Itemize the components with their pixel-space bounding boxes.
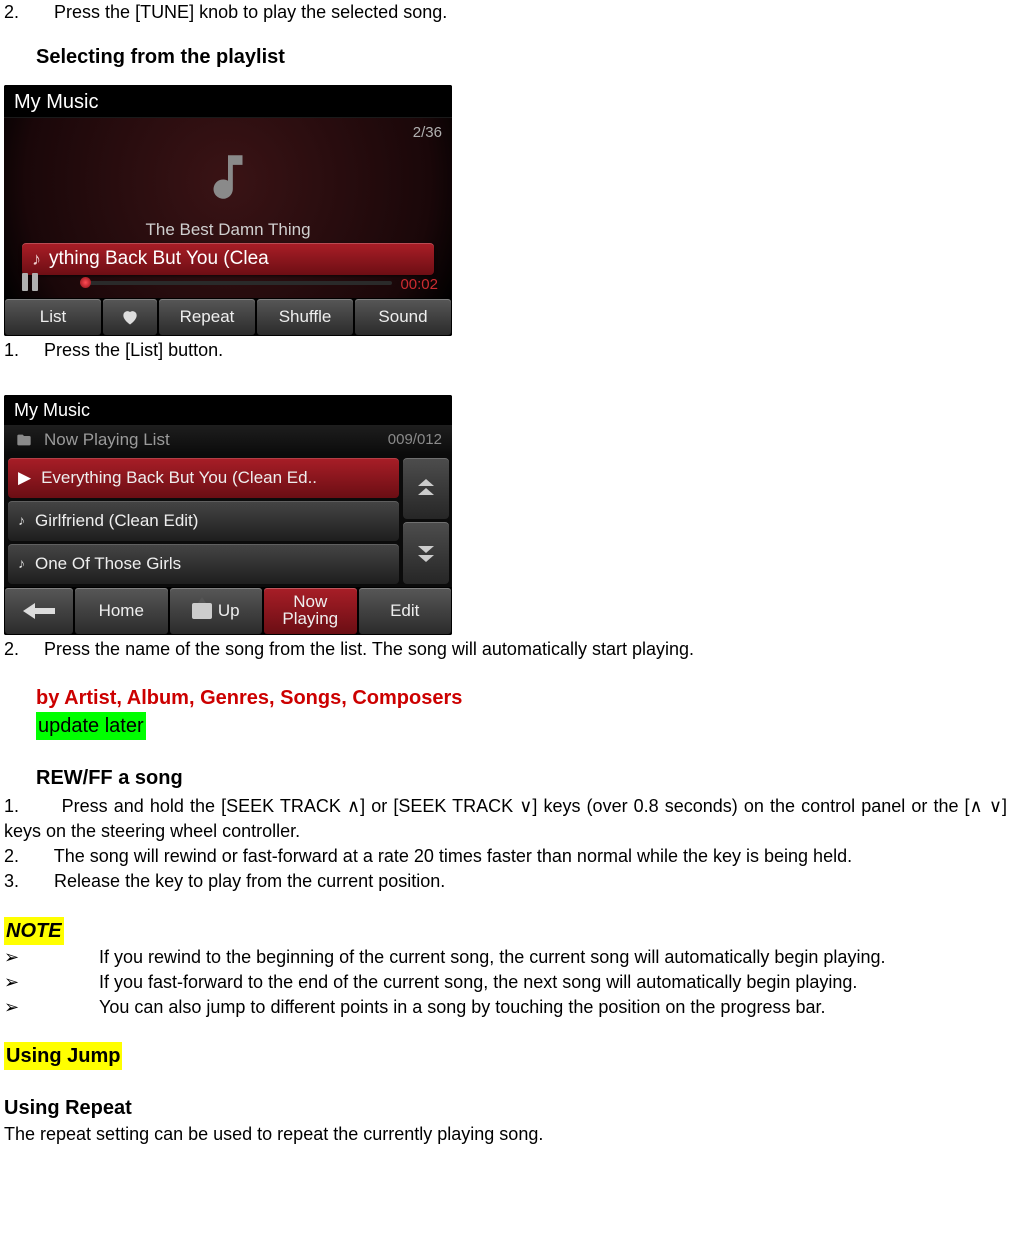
back-arrow-icon	[21, 601, 57, 621]
step-text: Press the [TUNE] knob to play the select…	[54, 2, 447, 22]
list-screenshot: My Music Now Playing List 009/012 ▶ Ever…	[4, 395, 452, 635]
heart-icon	[119, 307, 141, 327]
favorite-button[interactable]	[103, 299, 157, 335]
bullet-icon: ➢	[4, 945, 99, 970]
list-content: ▶ Everything Back But You (Clean Ed.. ♪ …	[4, 455, 452, 587]
now-playing-button[interactable]: Now Playing	[264, 588, 357, 634]
heading-using-repeat: Using Repeat	[4, 1094, 1007, 1122]
current-song-row[interactable]: ♪ ything Back But You (Clea	[22, 243, 434, 275]
up-label: Up	[218, 599, 240, 623]
elapsed-time: 00:02	[400, 274, 438, 295]
step-press-song: 2. Press the name of the song from the l…	[4, 637, 1007, 662]
note-bullet-2: ➢ If you fast-forward to the end of the …	[4, 970, 1007, 995]
note-bullet-1: ➢ If you rewind to the beginning of the …	[4, 945, 1007, 970]
note-text: You can also jump to different points in…	[99, 995, 826, 1020]
note-text: If you rewind to the beginning of the cu…	[99, 945, 885, 970]
list-item[interactable]: ▶ Everything Back But You (Clean Ed..	[8, 458, 399, 498]
bullet-icon: ➢	[4, 970, 99, 995]
list-button-bar: Home Up Now Playing Edit	[4, 587, 452, 635]
rewff-step-3: 3. Release the key to play from the curr…	[4, 869, 1007, 894]
list-item[interactable]: ♪ Girlfriend (Clean Edit)	[8, 501, 399, 541]
player-screenshot: My Music 2/36 The Best Damn Thing ♪ ythi…	[4, 85, 452, 336]
song-note-icon: ♪	[18, 511, 25, 531]
song-label: Girlfriend (Clean Edit)	[35, 509, 198, 533]
repeat-button[interactable]: Repeat	[159, 299, 255, 335]
up-button[interactable]: Up	[170, 588, 263, 634]
scroll-up-button[interactable]	[403, 458, 449, 520]
step-number: 1.	[4, 340, 19, 360]
player-body: 2/36 The Best Damn Thing ♪ ything Back B…	[4, 118, 452, 298]
step-text: Press and hold the [SEEK TRACK ∧] or [SE…	[4, 796, 1007, 841]
note-bullet-3: ➢ You can also jump to different points …	[4, 995, 1007, 1020]
progress-thumb[interactable]	[80, 277, 91, 288]
heading-selecting-playlist: Selecting from the playlist	[36, 43, 1007, 71]
step-text: Press the [List] button.	[44, 340, 223, 360]
heading-using-jump: Using Jump	[4, 1042, 122, 1070]
folder-up-icon	[192, 603, 212, 619]
now-label-2: Playing	[282, 611, 338, 627]
album-name: The Best Damn Thing	[145, 218, 310, 242]
sound-button[interactable]: Sound	[355, 299, 451, 335]
update-later-note: update later	[36, 712, 146, 740]
progress-bar[interactable]	[80, 281, 392, 285]
edit-button[interactable]: Edit	[359, 588, 452, 634]
shuffle-button[interactable]: Shuffle	[257, 299, 353, 335]
note-heading: NOTE	[4, 917, 64, 945]
double-chevron-down-icon	[416, 544, 436, 562]
player-button-bar: List Repeat Shuffle Sound	[4, 298, 452, 336]
list-button[interactable]: List	[5, 299, 101, 335]
pause-icon[interactable]	[22, 273, 38, 291]
rewff-step-2: 2. The song will rewind or fast-forward …	[4, 844, 1007, 869]
song-label: One Of Those Girls	[35, 552, 181, 576]
bullet-icon: ➢	[4, 995, 99, 1020]
using-repeat-text: The repeat setting can be used to repeat…	[4, 1122, 1007, 1147]
step-text: The song will rewind or fast-forward at …	[54, 846, 852, 866]
song-title: ything Back But You (Clea	[49, 246, 269, 273]
step-number: 3.	[4, 871, 19, 891]
song-list: ▶ Everything Back But You (Clean Ed.. ♪ …	[4, 455, 403, 587]
step-number: 2.	[4, 2, 19, 22]
step-press-list: 1. Press the [List] button.	[4, 338, 1007, 363]
now-playing-subbar: Now Playing List 009/012	[4, 425, 452, 455]
step-number: 2.	[4, 639, 19, 659]
note-text: If you fast-forward to the end of the cu…	[99, 970, 857, 995]
step-text: Press the name of the song from the list…	[44, 639, 694, 659]
rewff-step-1: 1. Press and hold the [SEEK TRACK ∧] or …	[4, 794, 1007, 844]
music-note-icon	[199, 148, 257, 206]
step-2-tune: 2. Press the [TUNE] knob to play the sel…	[4, 0, 1007, 25]
step-number: 2.	[4, 846, 19, 866]
list-title: My Music	[4, 395, 452, 425]
scroll-column	[403, 455, 452, 587]
subbar-label: Now Playing List	[44, 428, 170, 452]
player-title: My Music	[4, 85, 452, 118]
folder-icon	[14, 432, 34, 448]
track-counter: 2/36	[413, 122, 442, 143]
double-chevron-up-icon	[416, 479, 436, 497]
song-label: Everything Back But You (Clean Ed..	[41, 466, 317, 490]
song-note-icon: ♪	[32, 247, 41, 272]
step-number: 1.	[4, 796, 19, 816]
heading-by-artist: by Artist, Album, Genres, Songs, Compose…	[36, 684, 1007, 712]
list-item[interactable]: ♪ One Of Those Girls	[8, 544, 399, 584]
scroll-down-button[interactable]	[403, 522, 449, 584]
song-note-icon: ♪	[18, 554, 25, 574]
back-button[interactable]	[5, 588, 73, 634]
list-counter: 009/012	[388, 429, 442, 450]
step-text: Release the key to play from the current…	[54, 871, 445, 891]
heading-rew-ff: REW/FF a song	[36, 764, 1007, 792]
play-icon: ▶	[18, 466, 31, 490]
home-button[interactable]: Home	[75, 588, 168, 634]
